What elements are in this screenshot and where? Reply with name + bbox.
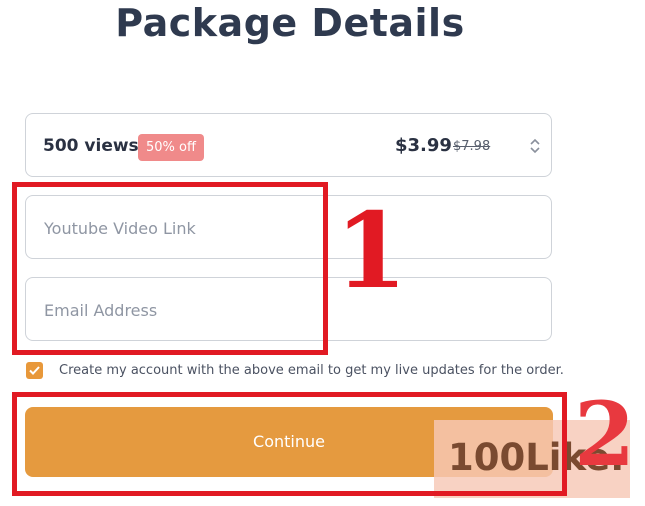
create-account-label: Create my account with the above email t… [59, 363, 564, 378]
annotation-box-2 [12, 392, 567, 496]
package-price: $3.99 [395, 135, 452, 156]
package-select[interactable]: 500 views 50% off $3.99 $7.98 [25, 113, 552, 177]
annotation-number-1: 1 [335, 189, 408, 312]
annotation-box-1 [12, 182, 328, 355]
chevron-up-down-icon[interactable] [528, 136, 542, 156]
create-account-checkbox[interactable] [26, 362, 43, 379]
discount-badge: 50% off [138, 134, 204, 161]
package-name: 500 views [43, 136, 139, 156]
package-original-price: $7.98 [453, 139, 491, 154]
annotation-number-2: 2 [574, 382, 636, 486]
checkmark-icon [29, 366, 40, 375]
page-title: Package Details [115, 1, 465, 45]
